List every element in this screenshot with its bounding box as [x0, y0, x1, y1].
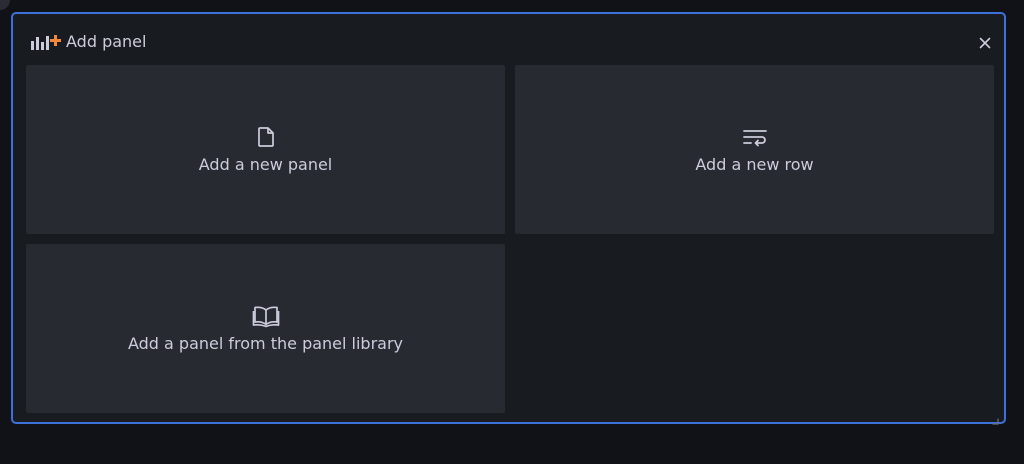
- add-new-panel-button[interactable]: Add a new panel: [26, 65, 505, 234]
- wrap-text-icon: [741, 123, 769, 151]
- panel-title: Add panel: [66, 32, 147, 51]
- resize-handle[interactable]: [992, 410, 999, 425]
- panel-header: Add panel: [13, 14, 1004, 66]
- add-library-panel-label: Add a panel from the panel library: [127, 334, 404, 353]
- add-new-row-button[interactable]: Add a new row: [515, 65, 994, 234]
- close-icon: [979, 34, 991, 53]
- add-panel-widget: Add panel Add a new panel Add a new row …: [11, 12, 1006, 425]
- background-avatar-edge: [0, 0, 10, 10]
- close-button[interactable]: [973, 31, 997, 55]
- add-library-panel-button[interactable]: Add a panel from the panel library: [26, 244, 505, 413]
- add-new-row-label: Add a new row: [695, 155, 814, 174]
- add-new-panel-label: Add a new panel: [198, 155, 333, 174]
- file-blank-icon: [252, 123, 280, 151]
- book-open-icon: [252, 302, 280, 330]
- add-panel-icon: [30, 33, 64, 53]
